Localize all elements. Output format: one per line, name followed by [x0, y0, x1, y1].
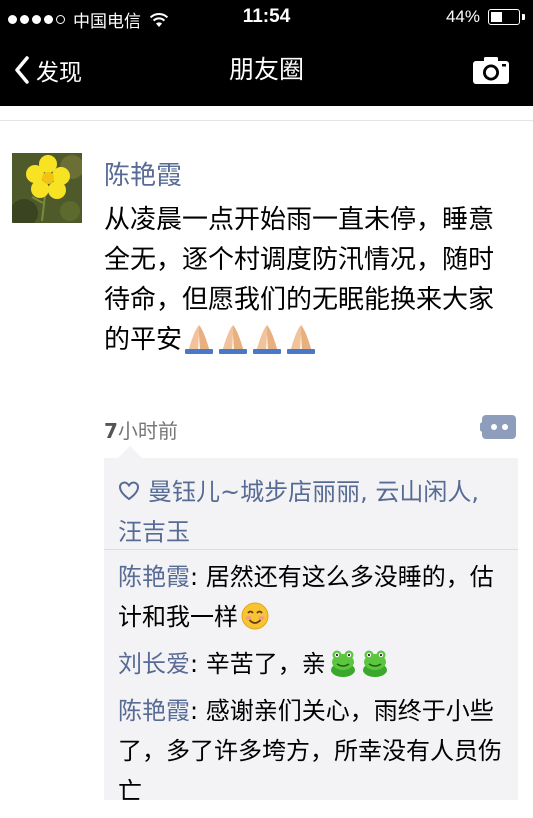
back-label: 发现 [36, 60, 82, 86]
status-bar: 中国电信 11:54 44% [0, 0, 533, 34]
like-name[interactable]: 汪吉玉 [118, 518, 190, 546]
pray-emoji-icon [284, 325, 318, 355]
post-text: 从凌晨一点开始雨一直未停，睡意全无，逐个村调度防汛情况，随时待命，但愿我们的无眠… [104, 200, 514, 360]
post-time-number: 7 [104, 419, 118, 443]
battery-icon [488, 9, 520, 25]
back-chevron-icon [15, 56, 29, 84]
battery-percent: 44% [445, 7, 480, 26]
pray-emoji-icon [216, 325, 250, 355]
like-name[interactable]: 云山闲人 [375, 478, 471, 506]
likes-row: 曼钰儿~城步店丽丽, 云山闲人, 汪吉玉 [118, 472, 510, 552]
comment-separator: : [190, 697, 206, 725]
camera-icon[interactable] [471, 54, 511, 86]
smile-emoji-icon [241, 602, 269, 630]
frog-emoji-icon [330, 650, 355, 677]
comment-separator: : [190, 563, 206, 591]
heart-icon [118, 481, 140, 501]
comment-text: 辛苦了，亲 [205, 650, 326, 678]
comment-item[interactable]: 陈艳霞: 感谢亲们关心，雨终于小些了，多了许多垮方，所幸没有人员伤亡 [118, 691, 510, 811]
status-right: 44% [446, 7, 525, 27]
comment-author[interactable]: 陈艳霞 [118, 697, 190, 725]
like-separator: , [471, 478, 480, 506]
avatar[interactable] [12, 153, 82, 223]
battery-tip [522, 14, 525, 20]
comment-more-icon[interactable] [480, 412, 518, 442]
frog-emoji-icon [362, 650, 387, 677]
feed-divider [0, 120, 533, 121]
post-time: 7小时前 [104, 415, 178, 444]
post-time-unit: 小时前 [117, 419, 178, 443]
comment-author[interactable]: 刘长爱 [118, 650, 190, 678]
comment-item[interactable]: 刘长爱: 辛苦了，亲 [118, 644, 510, 684]
pray-emoji-icon [182, 325, 216, 355]
back-button[interactable]: 发现 [14, 34, 82, 106]
comment-list: 陈艳霞: 居然还有这么多没睡的，估计和我一样 刘长爱: 辛苦了，亲 陈艳霞: 感… [118, 557, 510, 818]
comment-item[interactable]: 陈艳霞: 居然还有这么多没睡的，估计和我一样 [118, 557, 510, 637]
pray-emoji-icon [250, 325, 284, 355]
panel-arrow [118, 446, 142, 458]
like-name[interactable]: 曼钰儿~城步店丽丽 [148, 478, 360, 506]
nav-bar: 朋友圈 发现 [0, 34, 533, 106]
battery-level-fill [491, 12, 503, 22]
like-separator: , [360, 478, 376, 506]
comment-author[interactable]: 陈艳霞 [118, 563, 190, 591]
panel-divider [104, 549, 518, 550]
post-author[interactable]: 陈艳霞 [104, 155, 182, 192]
comment-separator: : [190, 650, 206, 678]
